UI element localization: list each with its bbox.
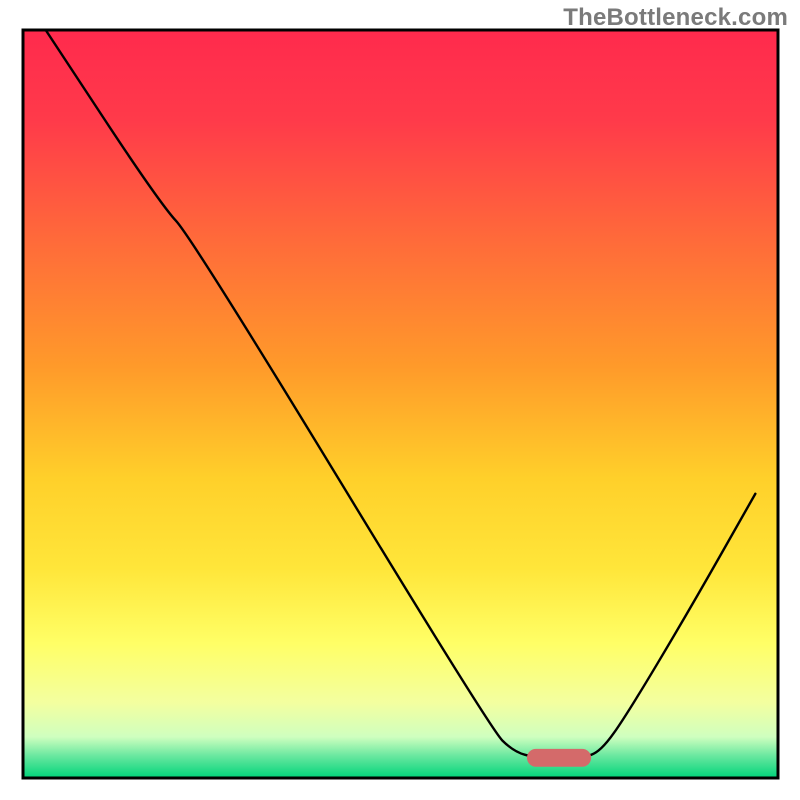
optimal-marker: [527, 749, 591, 767]
gradient-background: [23, 30, 778, 778]
watermark-text: TheBottleneck.com: [563, 4, 788, 32]
chart-stage: TheBottleneck.com: [0, 0, 800, 800]
bottleneck-chart: [0, 0, 800, 800]
plot-area: [23, 30, 778, 778]
